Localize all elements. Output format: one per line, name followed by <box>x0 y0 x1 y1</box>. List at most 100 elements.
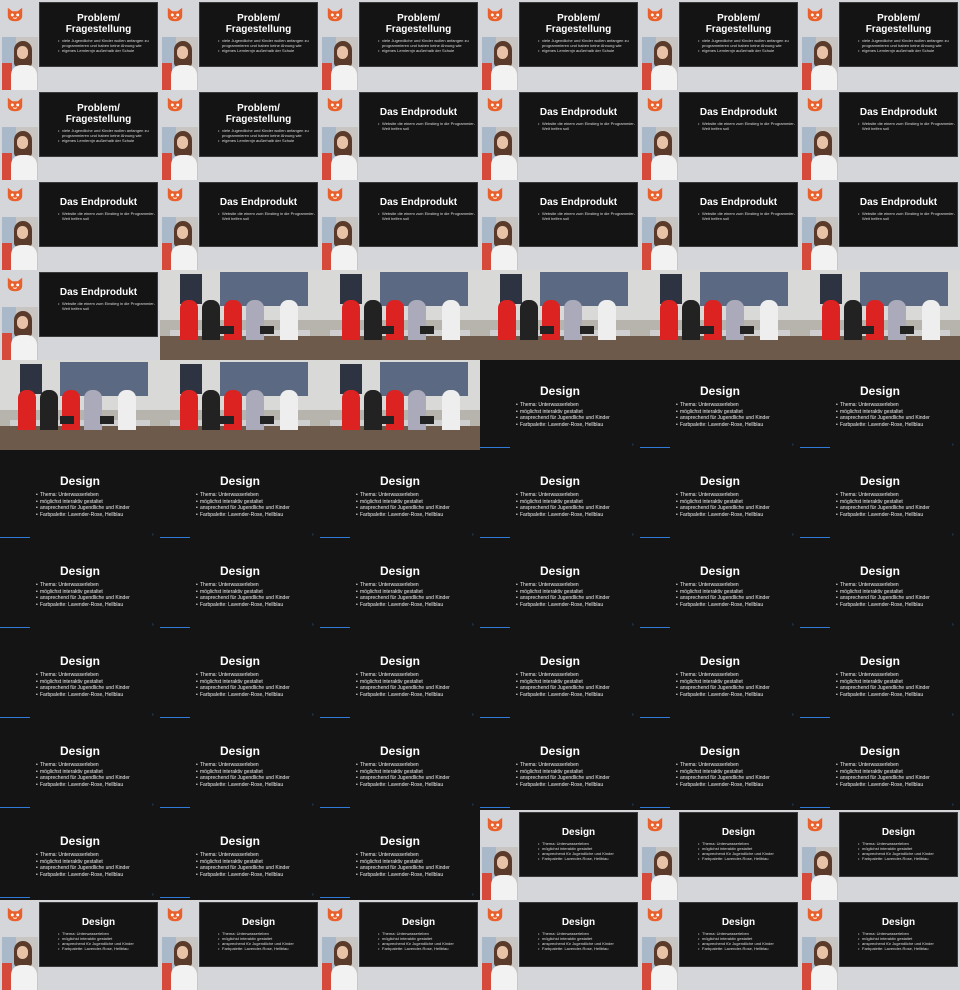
slide-bullet: Website die einem zum Einstieg in die Pr… <box>698 211 797 221</box>
stage-photo-thumbnail[interactable] <box>480 270 640 360</box>
video-thumbnail[interactable]: Design Thema: Unterwasserlebenmöglichst i… <box>320 720 480 810</box>
stage-photo-thumbnail[interactable] <box>800 270 960 360</box>
slide-bullet: Thema: Unterwasserleben <box>356 852 450 859</box>
slide-title: Das Endprodukt <box>859 107 938 118</box>
video-thumbnail[interactable]: Design Thema: Unterwasserlebenmöglichst i… <box>640 810 800 900</box>
video-thumbnail[interactable]: Problem/ Fragestellung viele Jugendliche … <box>800 0 960 90</box>
chevron-right-icon: › <box>312 622 314 628</box>
video-thumbnail[interactable]: Design Thema: Unterwasserlebenmöglichst i… <box>640 450 800 540</box>
video-thumbnail[interactable]: Design Thema: Unterwasserlebenmöglichst i… <box>320 900 480 990</box>
video-thumbnail[interactable]: Design Thema: Unterwasserlebenmöglichst i… <box>320 450 480 540</box>
video-thumbnail[interactable]: Design Thema: Unterwasserlebenmöglichst i… <box>320 630 480 720</box>
video-thumbnail[interactable]: Design Thema: Unterwasserlebenmöglichst i… <box>480 450 640 540</box>
video-thumbnail[interactable]: Das Endprodukt Website die einem zum Eins… <box>480 90 640 180</box>
fox-logo-icon <box>6 5 24 23</box>
slide-bullet: Farbpalette: Lavender-Rose, Hellblau <box>836 512 930 519</box>
video-thumbnail[interactable]: Design Thema: Unterwasserlebenmöglichst i… <box>320 810 480 900</box>
video-thumbnail[interactable]: Design Thema: Unterwasserlebenmöglichst i… <box>800 900 960 990</box>
slide-title: Das Endprodukt <box>539 107 618 118</box>
stage-photo-thumbnail[interactable] <box>160 270 320 360</box>
video-thumbnail[interactable]: Das Endprodukt Website die einem zum Eins… <box>640 180 800 270</box>
presenter <box>888 300 906 340</box>
video-thumbnail[interactable]: Problem/ Fragestellung viele Jugendliche … <box>160 0 320 90</box>
video-thumbnail[interactable]: Design Thema: Unterwasserlebenmöglichst i… <box>800 720 960 810</box>
speaker-camera-inset <box>642 217 678 270</box>
slide-preview: Design Thema: Unterwasserlebenmöglichst i… <box>519 812 638 877</box>
slide-title: Design <box>379 564 420 578</box>
video-thumbnail[interactable]: Design Thema: Unterwasserlebenmöglichst i… <box>800 810 960 900</box>
video-thumbnail[interactable]: Problem/ Fragestellung viele Jugendliche … <box>0 0 160 90</box>
video-thumbnail[interactable]: Design Thema: Unterwasserlebenmöglichst i… <box>480 540 640 630</box>
video-thumbnail[interactable]: Design Thema: Unterwasserlebenmöglichst i… <box>160 540 320 630</box>
slide-title: Design <box>859 654 900 668</box>
slide-title: Problem/ Fragestellung <box>545 13 612 35</box>
speaker-camera-inset <box>642 127 678 180</box>
video-thumbnail[interactable]: Design Thema: Unterwasserlebenmöglichst i… <box>160 720 320 810</box>
video-thumbnail[interactable]: Design Thema: Unterwasserlebenmöglichst i… <box>640 540 800 630</box>
video-thumbnail[interactable]: Design Thema: Unterwasserlebenmöglichst i… <box>800 360 960 450</box>
video-thumbnail[interactable]: Problem/ Fragestellung viele Jugendliche … <box>480 0 640 90</box>
slide-bullets: Thema: Unterwasserlebenmöglichst interak… <box>36 672 130 698</box>
slide-preview: Problem/ Fragestellung viele Jugendliche … <box>679 2 798 67</box>
stage-photo-thumbnail[interactable] <box>640 270 800 360</box>
video-thumbnail[interactable]: Design Thema: Unterwasserlebenmöglichst i… <box>0 540 160 630</box>
presenter <box>280 390 298 430</box>
slide-preview: Design Thema: Unterwasserlebenmöglichst i… <box>839 812 958 877</box>
video-thumbnail[interactable]: Design Thema: Unterwasserlebenmöglichst i… <box>640 900 800 990</box>
speaker-camera-inset <box>322 37 358 90</box>
video-thumbnail[interactable]: Design Thema: Unterwasserlebenmöglichst i… <box>480 810 640 900</box>
slide-bullet: Thema: Unterwasserleben <box>676 492 770 499</box>
slide-bullet: möglichst interaktiv gestaltet <box>516 769 610 776</box>
video-thumbnail[interactable]: Das Endprodukt Website die einem zum Eins… <box>800 180 960 270</box>
slide-bullet: Farbpalette: Lavender-Rose, Hellblau <box>196 782 290 789</box>
video-thumbnail[interactable]: Design Thema: Unterwasserlebenmöglichst i… <box>480 720 640 810</box>
slide-bullets: viele Jugendliche und Kinder wollen anfa… <box>680 38 797 53</box>
video-thumbnail[interactable]: Das Endprodukt Website die einem zum Eins… <box>320 90 480 180</box>
video-thumbnail[interactable]: Design Thema: Unterwasserlebenmöglichst i… <box>800 540 960 630</box>
progress-line <box>480 627 510 628</box>
video-thumbnail[interactable]: Das Endprodukt Website die einem zum Eins… <box>480 180 640 270</box>
video-thumbnail[interactable]: Design Thema: Unterwasserlebenmöglichst i… <box>480 900 640 990</box>
video-thumbnail[interactable]: Das Endprodukt Website die einem zum Eins… <box>640 90 800 180</box>
video-thumbnail[interactable]: Das Endprodukt Website die einem zum Eins… <box>0 180 160 270</box>
video-thumbnail[interactable]: Design Thema: Unterwasserlebenmöglichst i… <box>800 630 960 720</box>
stage-photo-thumbnail[interactable] <box>320 270 480 360</box>
video-thumbnail[interactable]: Das Endprodukt Website die einem zum Eins… <box>160 180 320 270</box>
video-thumbnail[interactable]: Design Thema: Unterwasserlebenmöglichst i… <box>480 630 640 720</box>
video-thumbnail[interactable]: Design Thema: Unterwasserlebenmöglichst i… <box>0 810 160 900</box>
video-thumbnail[interactable]: Design Thema: Unterwasserlebenmöglichst i… <box>160 630 320 720</box>
slide-bullet: Thema: Unterwasserleben <box>36 672 130 679</box>
stage-photo-thumbnail[interactable] <box>160 360 320 450</box>
progress-line <box>160 807 190 808</box>
video-thumbnail[interactable]: Design Thema: Unterwasserlebenmöglichst i… <box>0 720 160 810</box>
slide-bullets: Thema: Unterwasserlebenmöglichst interak… <box>836 402 930 428</box>
video-thumbnail[interactable]: Design Thema: Unterwasserlebenmöglichst i… <box>320 540 480 630</box>
video-thumbnail[interactable]: Problem/ Fragestellung viele Jugendliche … <box>320 0 480 90</box>
video-thumbnail[interactable]: Design Thema: Unterwasserlebenmöglichst i… <box>640 720 800 810</box>
video-thumbnail[interactable]: Das Endprodukt Website die einem zum Eins… <box>800 90 960 180</box>
video-thumbnail[interactable]: Problem/ Fragestellung viele Jugendliche … <box>0 90 160 180</box>
slide-preview: Das Endprodukt Website die einem zum Eins… <box>39 182 158 247</box>
slide-title: Design <box>721 917 756 928</box>
slide-bullet: Farbpalette: Lavender-Rose, Hellblau <box>218 946 317 951</box>
video-thumbnail[interactable]: Design Thema: Unterwasserlebenmöglichst i… <box>0 900 160 990</box>
stage-photo-thumbnail[interactable] <box>320 360 480 450</box>
video-thumbnail[interactable]: Design Thema: Unterwasserlebenmöglichst i… <box>160 450 320 540</box>
stage-photo-thumbnail[interactable] <box>0 360 160 450</box>
video-thumbnail[interactable]: Problem/ Fragestellung viele Jugendliche … <box>640 0 800 90</box>
video-thumbnail[interactable]: Das Endprodukt Website die einem zum Eins… <box>320 180 480 270</box>
slide-preview: Problem/ Fragestellung viele Jugendliche … <box>359 2 478 67</box>
video-thumbnail[interactable]: Design Thema: Unterwasserlebenmöglichst i… <box>800 450 960 540</box>
video-thumbnail[interactable]: Das Endprodukt Website die einem zum Eins… <box>0 270 160 360</box>
video-thumbnail[interactable]: Design Thema: Unterwasserlebenmöglichst i… <box>640 360 800 450</box>
video-thumbnail[interactable]: Design Thema: Unterwasserlebenmöglichst i… <box>0 630 160 720</box>
video-thumbnail[interactable]: Problem/ Fragestellung viele Jugendliche … <box>160 90 320 180</box>
video-thumbnail[interactable]: Design Thema: Unterwasserlebenmöglichst i… <box>160 810 320 900</box>
video-thumbnail[interactable]: Design Thema: Unterwasserlebenmöglichst i… <box>160 900 320 990</box>
slide-bullet: Farbpalette: Lavender-Rose, Hellblau <box>676 782 770 789</box>
video-thumbnail[interactable]: Design Thema: Unterwasserlebenmöglichst i… <box>0 450 160 540</box>
slide-bullet: ansprechend für Jugendliche und Kinder <box>516 685 610 692</box>
video-thumbnail[interactable]: Design Thema: Unterwasserlebenmöglichst i… <box>480 360 640 450</box>
slide-bullet: Thema: Unterwasserleben <box>516 672 610 679</box>
video-thumbnail[interactable]: Design Thema: Unterwasserlebenmöglichst i… <box>640 630 800 720</box>
